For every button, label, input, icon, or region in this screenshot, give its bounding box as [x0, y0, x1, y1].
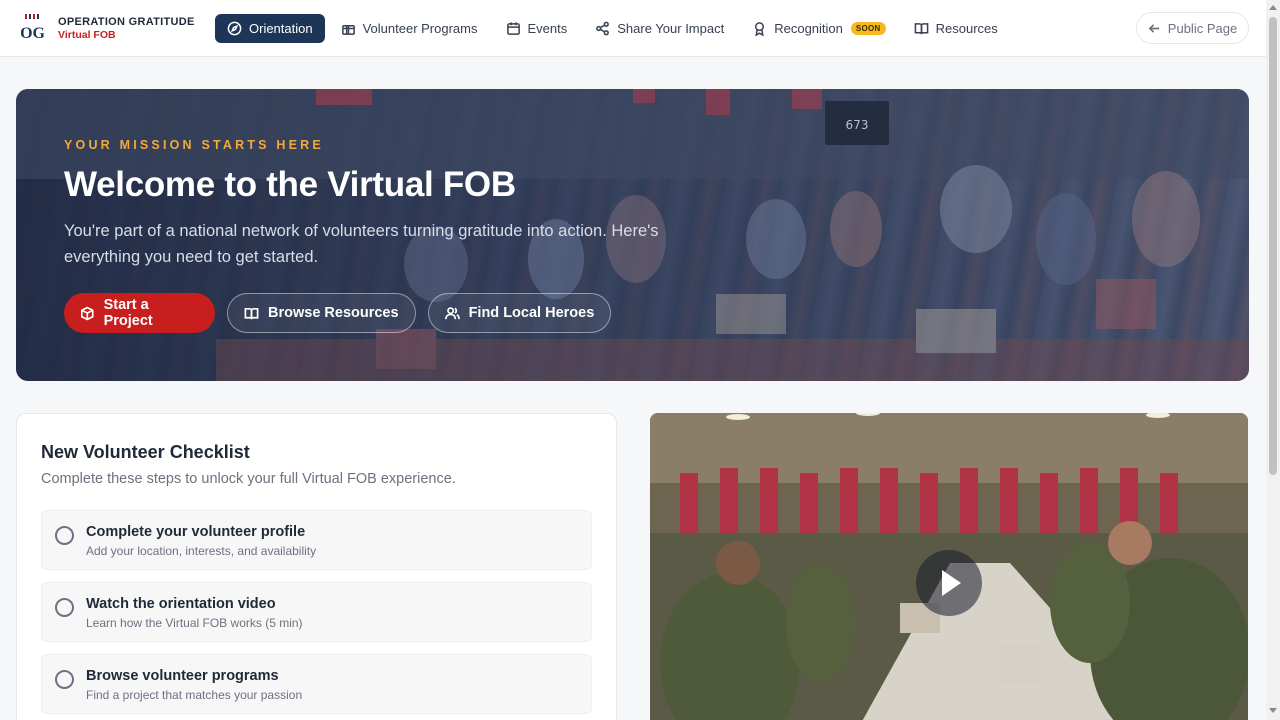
hero-banner: 673 YOUR MISSION STARTS HERE Welcome to …	[16, 89, 1249, 381]
checklist-item-title: Complete your volunteer profile	[86, 524, 306, 540]
arrow-left-icon	[1148, 23, 1159, 33]
nav-share-impact-label: Share Your Impact	[617, 20, 725, 36]
play-icon	[942, 570, 961, 596]
scroll-down-arrow-icon[interactable]	[1269, 708, 1277, 713]
nav-share-impact[interactable]: Share Your Impact	[583, 14, 736, 43]
nav-resources[interactable]: Resources	[902, 14, 1010, 43]
book-icon	[914, 22, 928, 34]
checkbox-circle[interactable]	[55, 526, 74, 545]
checkbox-circle[interactable]	[55, 670, 74, 689]
brand-name: OPERATION GRATITUDE	[58, 15, 195, 28]
scroll-up-arrow-icon[interactable]	[1269, 5, 1277, 10]
play-button[interactable]	[916, 550, 982, 616]
brand-subtitle: Virtual FOB	[58, 28, 116, 41]
brand[interactable]: OG OPERATION GRATITUDE Virtual FOB	[20, 13, 215, 43]
checklist-item-title: Watch the orientation video	[86, 596, 276, 612]
find-local-heroes-label: Find Local Heroes	[468, 305, 595, 321]
svg-text:OG: OG	[21, 25, 44, 42]
nav-volunteer-programs[interactable]: Volunteer Programs	[329, 14, 490, 43]
orientation-video[interactable]	[650, 413, 1248, 720]
book-icon	[244, 307, 259, 319]
nav-volunteer-programs-label: Volunteer Programs	[362, 20, 478, 36]
public-page-button[interactable]: Public Page	[1136, 12, 1249, 44]
checklist-title: New Volunteer Checklist	[41, 442, 250, 462]
hero-description: You're part of a national network of vol…	[64, 222, 659, 266]
checklist-item[interactable]: Complete your volunteer profile Add your…	[41, 510, 592, 570]
start-project-button[interactable]: Start a Project	[64, 293, 215, 333]
hero-title: Welcome to the Virtual FOB	[64, 165, 516, 204]
nav-events[interactable]: Events	[494, 14, 580, 43]
checklist-subtitle: Complete these steps to unlock your full…	[41, 471, 456, 487]
box-icon	[81, 306, 94, 320]
gift-icon	[341, 24, 355, 35]
nav-recognition[interactable]: Recognition SOON	[740, 14, 897, 43]
checklist-item-desc: Add your location, interests, and availa…	[86, 544, 317, 558]
users-icon	[444, 306, 460, 319]
public-page-label: Public Page	[1167, 20, 1238, 36]
find-local-heroes-button[interactable]: Find Local Heroes	[427, 293, 612, 333]
compass-icon	[227, 21, 242, 35]
checklist-item-desc: Learn how the Virtual FOB works (5 min)	[86, 616, 303, 630]
operation-gratitude-logo: OG	[20, 13, 46, 43]
browse-resources-label: Browse Resources	[268, 305, 399, 321]
share-icon	[596, 21, 610, 35]
hero-sign-number: 673	[846, 118, 869, 132]
checklist-item-desc: Find a project that matches your passion	[86, 688, 303, 702]
soon-badge: SOON	[850, 21, 886, 35]
nav-orientation[interactable]: Orientation	[215, 13, 325, 43]
nav-resources-label: Resources	[935, 20, 998, 36]
nav-recognition-label: Recognition	[774, 20, 843, 36]
checklist-item[interactable]: Browse volunteer programs Find a project…	[41, 654, 592, 714]
award-icon	[755, 21, 765, 36]
page-scrollbar[interactable]	[1266, 0, 1280, 720]
checkbox-circle[interactable]	[55, 598, 74, 617]
top-navigation: OG OPERATION GRATITUDE Virtual FOB Orien…	[0, 0, 1266, 57]
start-project-label: Start a Project	[103, 297, 153, 329]
checklist-item[interactable]: Watch the orientation video Learn how th…	[41, 582, 592, 642]
nav-orientation-label: Orientation	[249, 20, 313, 36]
volunteer-checklist-card: New Volunteer Checklist Complete these s…	[16, 413, 617, 720]
calendar-icon	[506, 21, 520, 35]
browse-resources-button[interactable]: Browse Resources	[227, 293, 416, 333]
hero-eyebrow: YOUR MISSION STARTS HERE	[64, 138, 324, 152]
nav-events-label: Events	[527, 20, 568, 36]
scroll-thumb[interactable]	[1269, 17, 1277, 475]
checklist-item-title: Browse volunteer programs	[86, 668, 279, 684]
